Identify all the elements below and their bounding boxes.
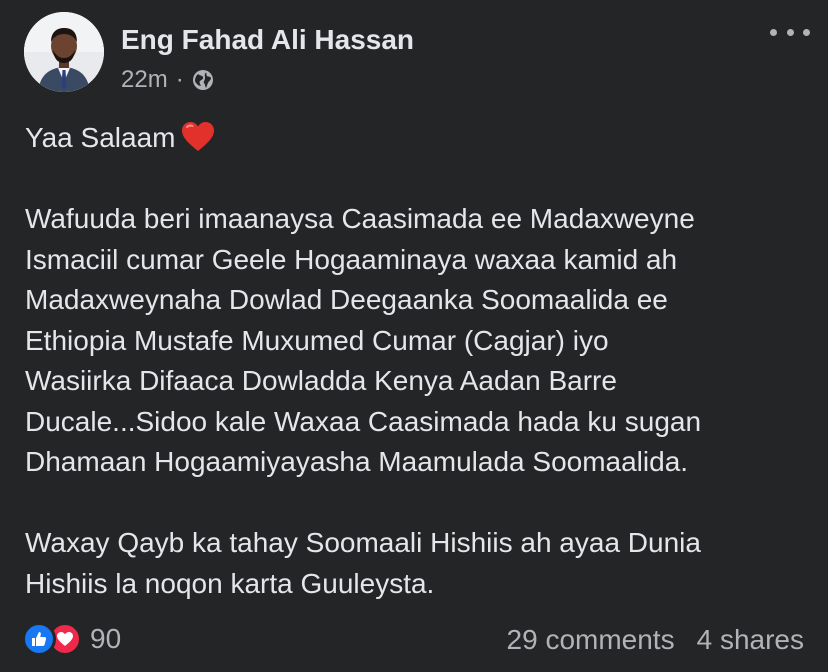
body-paragraph-1: Wafuuda beri imaanaysa Caasimada ee Mada… [25,203,702,477]
like-icon [22,622,56,656]
avatar[interactable] [24,12,104,92]
avatar-image [24,12,104,92]
author-name[interactable]: Eng Fahad Ali Hassan [121,24,414,56]
post-body: Yaa Salaam Wafuuda beri imaanaysa Caasim… [25,118,805,604]
reaction-count: 90 [90,623,122,654]
post-footer: 90 29 comments 4 shares [22,620,804,664]
post-header: Eng Fahad Ali Hassan 22m · [24,12,810,94]
shares-link[interactable]: 4 shares [697,624,804,656]
body-paragraph-2: Waxay Qayb ka tahay Soomaali Hishiis ah … [25,527,701,599]
post-card: Eng Fahad Ali Hassan 22m · Yaa Salaam Wa… [0,0,828,672]
globe-icon[interactable] [192,69,214,91]
reactions-summary[interactable]: 90 [22,622,121,656]
greeting-line: Yaa Salaam [25,118,805,159]
engagement-stats: 29 comments 4 shares [507,624,804,656]
post-time[interactable]: 22m [121,66,168,94]
meta-separator: · [175,66,184,93]
red-heart-icon [181,121,215,153]
greeting-text: Yaa Salaam [25,122,176,153]
comments-link[interactable]: 29 comments [507,624,675,656]
more-options-icon[interactable] [770,20,810,44]
post-meta: 22m · [121,66,214,94]
